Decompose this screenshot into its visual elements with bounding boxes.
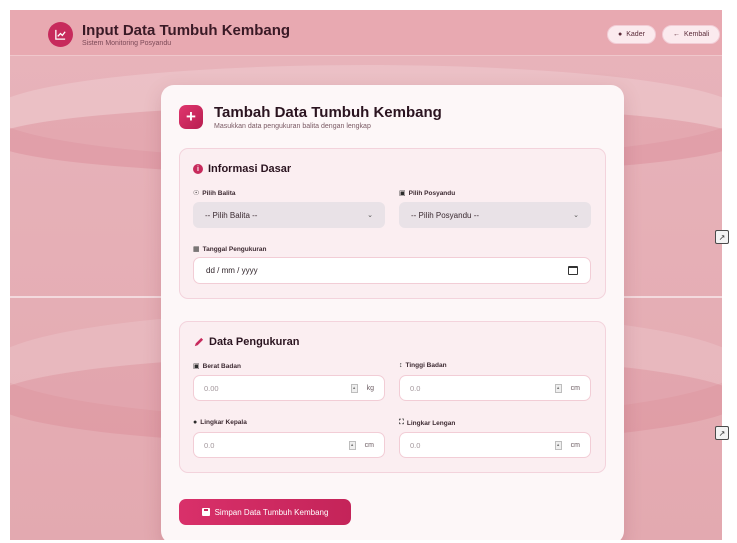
tanggal-label: ▦ Tanggal Pengukuran (193, 245, 267, 254)
tanggal-input[interactable]: dd / mm / yyyy (193, 257, 591, 284)
kepala-unit: cm (364, 441, 374, 449)
tinggi-input[interactable]: 0.0 ▲ cm (399, 375, 591, 401)
app-subtitle: Sistem Monitoring Posyandu (82, 40, 172, 47)
expand-icon: ⛶ (399, 419, 404, 426)
card-subtitle: Masukkan data pengukuran balita dengan l… (214, 123, 371, 130)
lengan-label-text: Lingkar Lengan (406, 419, 456, 427)
chart-line-icon (48, 22, 73, 47)
berat-label-text: Berat Badan (202, 362, 241, 370)
berat-placeholder: 0.00 (204, 383, 219, 393)
external-link-icon[interactable]: ↗ (715, 426, 729, 440)
calendar-picker-icon[interactable] (568, 266, 578, 275)
kepala-input[interactable]: 0.0 ▲ cm (193, 432, 385, 458)
berat-input[interactable]: 0.00 ▲ kg (193, 375, 385, 401)
kepala-placeholder: 0.0 (204, 440, 215, 450)
external-link-icon[interactable]: ↗ (715, 230, 729, 244)
kader-label: Kader (626, 31, 645, 38)
arrows-vertical-icon: ↕ (399, 362, 403, 369)
weight-icon: ▣ (193, 363, 200, 370)
data-pengukuran-section: Data Pengukuran ▣ Berat Badan 0.00 ▲ kg … (179, 321, 606, 473)
card-title: Tambah Data Tumbuh Kembang (214, 104, 442, 121)
number-spinner[interactable]: ▲ (554, 440, 562, 450)
lengan-input[interactable]: 0.0 ▲ cm (399, 432, 591, 458)
section-title: i Informasi Dasar (193, 163, 291, 175)
balita-select[interactable]: -- Pilih Balita -- ⌄ (193, 202, 385, 228)
chevron-down-icon: ⌄ (367, 212, 373, 219)
balita-label-text: Pilih Balita (202, 189, 236, 197)
floppy-disk-icon (201, 508, 210, 516)
child-icon: ☉ (193, 190, 200, 197)
balita-label: ☉ Pilih Balita (193, 189, 236, 198)
section-title: Data Pengukuran (193, 336, 299, 348)
chevron-down-icon: ⌄ (573, 212, 579, 219)
kembali-button[interactable]: ← Kembali (662, 25, 721, 44)
tinggi-label: ↕ Tinggi Badan (399, 362, 447, 369)
tinggi-label-text: Tinggi Badan (405, 362, 447, 369)
informasi-dasar-section: i Informasi Dasar ☉ Pilih Balita -- Pili… (179, 148, 606, 299)
lengan-placeholder: 0.0 (410, 440, 421, 450)
circle-icon: ● (193, 419, 198, 426)
posyandu-label: ▣ Pilih Posyandu (399, 189, 456, 198)
lengan-unit: cm (570, 441, 580, 449)
posyandu-select[interactable]: -- Pilih Posyandu -- ⌄ (399, 202, 591, 228)
tinggi-unit: cm (570, 384, 580, 392)
car-icon: ▣ (399, 190, 406, 197)
kepala-label: ● Lingkar Kepala (193, 419, 247, 426)
simpan-button[interactable]: Simpan Data Tumbuh Kembang (179, 499, 351, 525)
posyandu-select-value: -- Pilih Posyandu -- (411, 210, 480, 220)
form-card: + Tambah Data Tumbuh Kembang Masukkan da… (161, 85, 624, 540)
data-pengukuran-heading: Data Pengukuran (209, 336, 300, 348)
user-circle-icon: ● (618, 31, 623, 38)
simpan-label: Simpan Data Tumbuh Kembang (214, 507, 329, 517)
kembali-label: Kembali (684, 31, 710, 38)
posyandu-label-text: Pilih Posyandu (408, 189, 456, 197)
balita-select-value: -- Pilih Balita -- (205, 210, 258, 220)
number-spinner[interactable]: ▲ (348, 440, 356, 450)
kepala-label-text: Lingkar Kepala (200, 419, 247, 426)
page-background: Input Data Tumbuh Kembang Sistem Monitor… (10, 10, 722, 540)
tanggal-label-text: Tanggal Pengukuran (202, 245, 267, 253)
info-circle-icon: i (193, 164, 203, 174)
pencil-icon (194, 337, 204, 346)
app-header: Input Data Tumbuh Kembang Sistem Monitor… (10, 10, 722, 56)
berat-label: ▣ Berat Badan (193, 362, 241, 371)
informasi-dasar-heading: Informasi Dasar (208, 163, 292, 175)
arrow-left-icon: ← (673, 31, 680, 38)
number-spinner[interactable]: ▲ (350, 383, 358, 393)
calendar-icon: ▦ (193, 246, 200, 253)
lengan-label: ⛶ Lingkar Lengan (399, 419, 455, 427)
tanggal-placeholder: dd / mm / yyyy (206, 266, 258, 275)
plus-icon: + (179, 105, 203, 129)
berat-unit: kg (366, 384, 374, 392)
number-spinner[interactable]: ▲ (554, 383, 562, 393)
tinggi-placeholder: 0.0 (410, 383, 421, 393)
kader-button[interactable]: ● Kader (607, 25, 656, 44)
app-title: Input Data Tumbuh Kembang (82, 22, 291, 39)
